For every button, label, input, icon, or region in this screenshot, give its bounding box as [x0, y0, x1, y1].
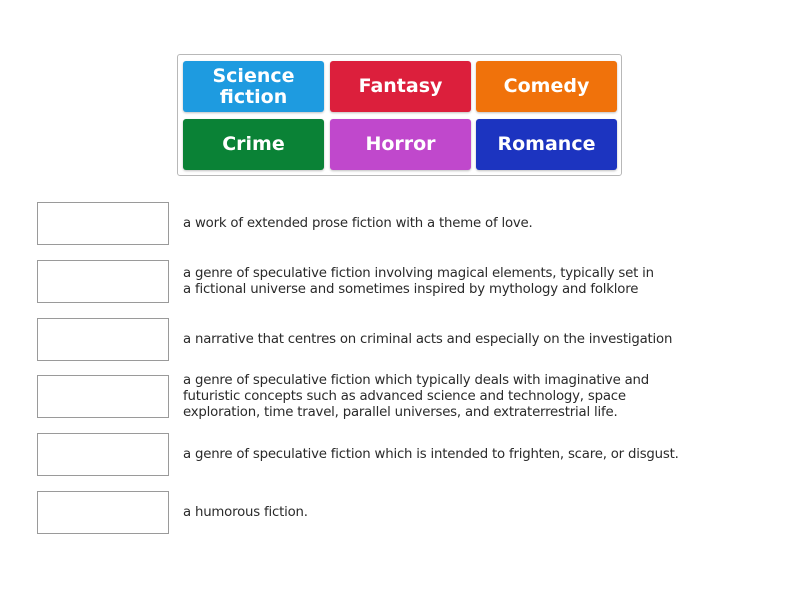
drop-slot[interactable]: [37, 375, 169, 418]
tile-science-fiction[interactable]: Science fiction: [183, 61, 324, 112]
answer-bank: Science fiction Fantasy Comedy Crime Hor…: [177, 54, 622, 176]
match-row: a humorous fiction.: [37, 491, 737, 535]
description: a work of extended prose fiction with a …: [183, 216, 533, 231]
description: a genre of speculative fiction involving…: [183, 266, 654, 297]
description: a narrative that centres on criminal act…: [183, 332, 673, 347]
match-row: a genre of speculative fiction involving…: [37, 260, 737, 304]
match-row: a work of extended prose fiction with a …: [37, 202, 737, 246]
description: a genre of speculative fiction which typ…: [183, 373, 650, 420]
description: a genre of speculative fiction which is …: [183, 447, 679, 462]
tile-comedy[interactable]: Comedy: [476, 61, 617, 112]
tile-romance[interactable]: Romance: [476, 119, 617, 170]
tile-fantasy[interactable]: Fantasy: [330, 61, 471, 112]
match-row: a narrative that centres on criminal act…: [37, 318, 737, 362]
description: a humorous fiction.: [183, 505, 308, 520]
tile-crime[interactable]: Crime: [183, 119, 324, 170]
drop-slot[interactable]: [37, 433, 169, 476]
drop-slot[interactable]: [37, 260, 169, 303]
drop-slot[interactable]: [37, 318, 169, 361]
drop-slot[interactable]: [37, 491, 169, 534]
match-row: a genre of speculative fiction which is …: [37, 433, 737, 477]
match-row: a genre of speculative fiction which typ…: [37, 373, 737, 420]
tile-horror[interactable]: Horror: [330, 119, 471, 170]
drop-slot[interactable]: [37, 202, 169, 245]
